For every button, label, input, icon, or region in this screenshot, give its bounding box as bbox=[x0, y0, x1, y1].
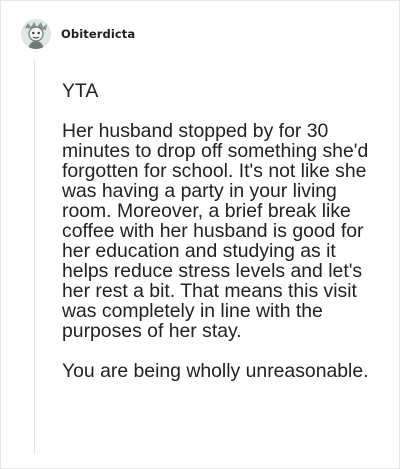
comment-paragraph: Her husband stopped by for 30 minutes to… bbox=[62, 120, 369, 342]
comment-header: Obiterdicta bbox=[21, 17, 135, 51]
comment-paragraph: YTA bbox=[62, 80, 99, 102]
comment-body: YTA Her husband stopped by for 30 minute… bbox=[62, 81, 384, 401]
user-avatar[interactable] bbox=[21, 19, 51, 49]
username[interactable]: Obiterdicta bbox=[61, 27, 135, 41]
thread-divider bbox=[34, 59, 35, 454]
comment-paragraph: You are being wholly unreasonable. bbox=[62, 360, 369, 382]
user-avatar-icon bbox=[21, 19, 51, 49]
comment-card: Obiterdicta YTA Her husband stopped by f… bbox=[0, 0, 400, 469]
